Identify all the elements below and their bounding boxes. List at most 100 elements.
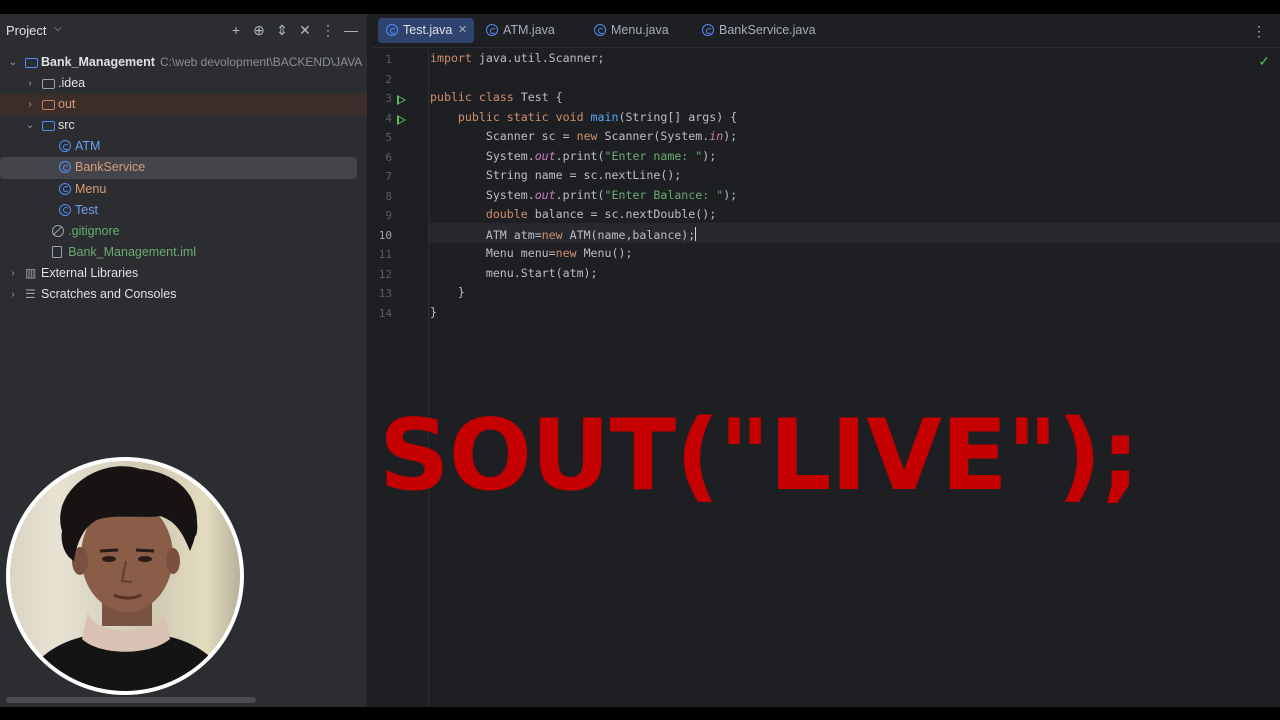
close-tab-icon[interactable]: ✕ <box>458 18 467 43</box>
horizontal-scrollbar[interactable] <box>6 697 256 703</box>
java-class-icon <box>59 161 72 174</box>
project-panel-header: Project ⌵ + ⊕ ⇕ ✕ ⋮ — <box>0 14 367 47</box>
line-number: 3 <box>385 92 392 105</box>
line-number: 1 <box>385 53 392 66</box>
avatar-photo <box>10 461 240 691</box>
line-number: 9 <box>385 209 392 222</box>
line-number: 14 <box>378 306 392 320</box>
code-line[interactable]: String name = sc.nextLine(); <box>430 168 681 182</box>
code-editor: Test.java ✕ ATM.java Menu.java BankService.j… <box>372 14 1280 707</box>
java-class-icon <box>702 24 714 36</box>
options-icon[interactable]: ⋮ <box>320 21 336 39</box>
java-class-icon <box>59 140 72 153</box>
line-number: 11 <box>378 248 392 261</box>
code-line[interactable]: System.out.print("Enter Balance: "); <box>430 188 737 202</box>
project-tree: ⌄ Bank_Management C:\web devolopment\BACKE… <box>0 52 367 305</box>
tab-label: Menu.java <box>611 23 669 37</box>
tree-item-bank-management-iml[interactable]: Bank_Management.iml <box>0 242 367 263</box>
top-black-bar <box>0 0 1280 14</box>
tree-item-menu[interactable]: Menu <box>0 179 367 200</box>
code-line[interactable]: } <box>430 305 437 319</box>
tab-menu-java[interactable]: Menu.java <box>586 18 682 43</box>
code-line[interactable]: ATM atm=new ATM(name,balance); <box>430 226 697 242</box>
code-line[interactable]: double balance = sc.nextDouble(); <box>430 207 716 221</box>
code-line[interactable]: import java.util.Scanner; <box>430 51 605 65</box>
tree-item-label: out <box>58 97 76 112</box>
line-number: 4 <box>385 111 392 125</box>
line-number: 5 <box>385 131 392 144</box>
hide-icon[interactable]: — <box>343 21 359 39</box>
line-number: 6 <box>385 150 392 164</box>
more-options-icon[interactable]: ⋮ <box>1252 23 1266 40</box>
tree-item-label: Bank_Management.iml <box>68 244 197 259</box>
iml-file-icon <box>52 245 65 259</box>
code-line[interactable]: Menu menu=new Menu(); <box>430 246 633 260</box>
code-line[interactable]: public static void main(String[] args) { <box>430 110 737 124</box>
chevron-down-icon[interactable]: ⌵ <box>54 23 62 34</box>
code-line[interactable]: public class Test { <box>430 90 563 104</box>
tab-atm-java[interactable]: ATM.java <box>478 18 574 43</box>
tree-item-label: Menu <box>75 181 107 196</box>
tab-test-java[interactable]: Test.java ✕ <box>378 18 474 43</box>
tree-item-gitignore[interactable]: .gitignore <box>0 221 367 242</box>
gutter-separator <box>428 47 429 707</box>
chevron-right-icon[interactable]: › <box>7 263 19 284</box>
tab-bankservice-java[interactable]: BankService.java <box>694 18 824 43</box>
no-problems-check-icon[interactable]: ✓ <box>1258 53 1270 70</box>
java-class-icon <box>386 24 398 36</box>
tree-item-idea[interactable]: › .idea <box>0 73 367 94</box>
run-gutter-icon[interactable] <box>397 95 406 105</box>
tree-item-scratches-and-consoles[interactable]: › ☰ Scratches and Consoles <box>0 284 367 305</box>
line-number: 2 <box>385 72 392 86</box>
line-number: 12 <box>378 267 392 281</box>
tree-item-label: ATM <box>75 139 101 154</box>
tree-item-label: .gitignore <box>68 223 120 238</box>
project-toolbar: + ⊕ ⇕ ✕ ⋮ — <box>228 21 359 39</box>
code-line[interactable]: } <box>430 285 465 299</box>
scratches-icon: ☰ <box>25 287 36 302</box>
tree-item-out[interactable]: › out <box>0 94 367 116</box>
project-panel-title[interactable]: Project <box>6 23 46 38</box>
tree-item-atm[interactable]: ATM <box>0 136 367 157</box>
webcam-avatar <box>6 457 244 695</box>
locate-icon[interactable]: ⊕ <box>251 21 267 39</box>
person-portrait <box>20 466 235 691</box>
tree-item-external-libraries[interactable]: › ▥ External Libraries <box>0 263 367 284</box>
chevron-right-icon[interactable]: › <box>24 73 36 94</box>
bottom-black-bar <box>0 707 1280 720</box>
code-line[interactable]: System.out.print("Enter name: "); <box>430 149 716 163</box>
module-folder-icon <box>25 56 38 69</box>
tab-label: ATM.java <box>503 23 555 37</box>
tree-item-src[interactable]: ⌄ src <box>0 115 367 136</box>
tree-item-label: .idea <box>58 76 86 91</box>
line-number: 7 <box>385 170 392 183</box>
tree-item-label: Bank_Management <box>41 55 155 69</box>
tree-item-bankservice[interactable]: BankService <box>0 157 357 179</box>
java-class-icon <box>59 182 72 196</box>
ignore-file-icon <box>52 224 65 238</box>
folder-icon <box>42 98 55 111</box>
chevron-down-icon[interactable]: ⌄ <box>7 52 19 73</box>
tree-item-bank-management[interactable]: ⌄ Bank_Management C:\web devolopment\BACKE… <box>0 52 367 73</box>
chevron-right-icon[interactable]: › <box>24 94 36 115</box>
text-caret <box>695 226 697 241</box>
source-folder-icon <box>42 119 55 132</box>
add-icon[interactable]: + <box>228 21 244 39</box>
run-gutter-icon[interactable] <box>397 114 406 125</box>
collapse-all-icon[interactable]: ✕ <box>297 21 313 39</box>
chevron-right-icon[interactable]: › <box>7 284 19 305</box>
chevron-down-icon[interactable]: ⌄ <box>24 115 36 136</box>
live-overlay-text: SOUT("LIVE"); <box>379 399 1140 513</box>
tree-item-label: Scratches and Consoles <box>41 287 177 302</box>
tab-label: Test.java <box>403 23 453 37</box>
tab-label: BankService.java <box>719 23 816 37</box>
folder-icon <box>42 77 55 90</box>
tree-item-label: BankService <box>75 160 146 175</box>
line-number: 10 <box>378 228 392 242</box>
library-icon: ▥ <box>25 265 37 280</box>
code-line[interactable]: menu.Start(atm); <box>430 266 598 280</box>
code-line[interactable]: Scanner sc = new Scanner(System.in); <box>430 129 737 143</box>
expand-all-icon[interactable]: ⇕ <box>274 21 290 39</box>
java-class-icon <box>59 203 72 217</box>
tree-item-test[interactable]: Test <box>0 200 367 221</box>
